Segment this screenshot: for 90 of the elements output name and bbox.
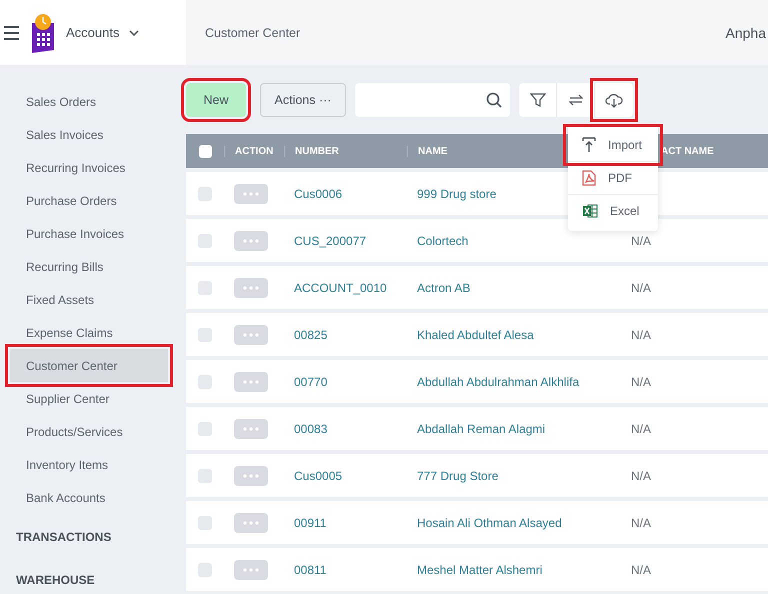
- row-action-button[interactable]: [234, 184, 268, 204]
- more-icon: [243, 568, 259, 572]
- sidebar-item[interactable]: Sales Invoices: [10, 118, 168, 151]
- table-cell: N/A: [631, 516, 652, 530]
- name-link[interactable]: Colortech: [417, 234, 468, 248]
- more-icon: [243, 192, 259, 196]
- row-action-button[interactable]: [234, 278, 268, 298]
- search-field[interactable]: [355, 83, 510, 117]
- table-cell: N/A: [631, 328, 652, 342]
- row-checkbox[interactable]: [198, 562, 212, 576]
- name-link[interactable]: Abdallah Reman Alagmi: [417, 422, 546, 436]
- number-link[interactable]: CUS_200077: [294, 234, 366, 248]
- sidebar-item[interactable]: Recurring Invoices: [10, 151, 168, 184]
- page-title: Customer Center: [205, 26, 300, 40]
- table-cell: N/A: [631, 562, 652, 576]
- name-link[interactable]: Abdullah Abdulrahman Alkhlifa: [417, 374, 580, 388]
- more-icon: [243, 474, 259, 478]
- actions-button[interactable]: Actions ···: [260, 83, 346, 117]
- sidebar-item[interactable]: Customer Center: [10, 349, 168, 382]
- name-link[interactable]: Meshel Matter Alshemri: [417, 562, 542, 576]
- sidebar-section[interactable]: TRANSACTIONS: [0, 530, 186, 544]
- number-link[interactable]: 00811: [294, 562, 326, 576]
- number-link[interactable]: Cus0005: [294, 468, 342, 482]
- row-checkbox[interactable]: [198, 186, 212, 200]
- number-link[interactable]: 00825: [294, 328, 328, 342]
- row-checkbox[interactable]: [198, 280, 212, 294]
- row-checkbox[interactable]: [198, 328, 212, 342]
- table-cell: N/A: [631, 234, 652, 248]
- sidebar-item[interactable]: Purchase Orders: [10, 184, 168, 217]
- menu-item[interactable]: Excel: [568, 194, 658, 227]
- table-cell: N/A: [631, 468, 652, 482]
- table-cell: N/A: [631, 374, 652, 388]
- column-header: ACTION: [235, 146, 274, 156]
- more-icon: [243, 520, 259, 524]
- row-action-button[interactable]: [234, 418, 268, 438]
- sidebar-item[interactable]: Supplier Center: [10, 382, 168, 415]
- row-action-button[interactable]: [234, 466, 268, 486]
- sidebar-item[interactable]: Purchase Invoices: [10, 217, 168, 250]
- upload-icon: [582, 137, 596, 153]
- more-icon: [243, 426, 259, 430]
- pdf-icon: [582, 170, 596, 186]
- name-link[interactable]: Hosain Ali Othman Alsayed: [417, 516, 562, 530]
- sidebar-item[interactable]: Inventory Items: [10, 448, 168, 481]
- name-link[interactable]: Khaled Abdultef Alesa: [417, 328, 534, 342]
- app-switcher[interactable]: Accounts: [66, 25, 140, 40]
- more-icon: [243, 286, 259, 290]
- spreadsheet-icon: [582, 203, 598, 219]
- menu-icon[interactable]: [4, 26, 20, 40]
- user-name[interactable]: Anpha: [726, 24, 768, 40]
- row-checkbox[interactable]: [198, 374, 212, 388]
- row-action-button[interactable]: [234, 372, 268, 392]
- more-icon: [243, 380, 259, 384]
- row-action-button[interactable]: [234, 324, 268, 344]
- more-icon: [243, 332, 259, 336]
- new-button[interactable]: New: [186, 83, 246, 117]
- name-link[interactable]: Actron AB: [417, 280, 470, 294]
- cloud-download-icon: [605, 92, 623, 108]
- menu-item[interactable]: PDF: [568, 161, 658, 194]
- swap-icon: [568, 93, 582, 107]
- column-header: NAME: [418, 146, 448, 156]
- number-link[interactable]: ACCOUNT_0010: [294, 280, 387, 294]
- search-icon[interactable]: [486, 92, 502, 108]
- sidebar-section[interactable]: WAREHOUSE: [0, 573, 186, 587]
- chevron-down-icon: [129, 30, 140, 36]
- row-checkbox[interactable]: [198, 234, 212, 248]
- table-cell: N/A: [631, 422, 652, 436]
- table-cell: N/A: [631, 280, 652, 294]
- sidebar-item[interactable]: Expense Claims: [10, 316, 168, 349]
- select-all-checkbox[interactable]: [198, 144, 212, 158]
- name-link[interactable]: 777 Drug Store: [417, 468, 498, 482]
- number-link[interactable]: 00083: [294, 422, 328, 436]
- row-action-button[interactable]: [234, 230, 268, 250]
- number-link[interactable]: Cus0006: [294, 186, 342, 200]
- sidebar-item[interactable]: Sales Orders: [10, 85, 168, 118]
- row-checkbox[interactable]: [198, 468, 212, 482]
- row-action-button[interactable]: [234, 560, 268, 580]
- sidebar-item[interactable]: Products/Services: [10, 415, 168, 448]
- number-link[interactable]: 00770: [294, 374, 328, 388]
- sidebar-item[interactable]: Fixed Assets: [10, 283, 168, 316]
- sidebar-item[interactable]: Bank Accounts: [10, 481, 168, 514]
- row-action-button[interactable]: [234, 512, 268, 532]
- sidebar-item[interactable]: Recurring Bills: [10, 250, 168, 283]
- column-header: NUMBER: [295, 146, 339, 156]
- number-link[interactable]: 00911: [294, 516, 326, 530]
- more-icon: [243, 238, 259, 242]
- menu-item[interactable]: Import: [568, 129, 658, 161]
- name-link[interactable]: 999 Drug store: [417, 186, 496, 200]
- filter-icon: [530, 92, 546, 108]
- row-checkbox[interactable]: [198, 516, 212, 530]
- row-checkbox[interactable]: [198, 422, 212, 436]
